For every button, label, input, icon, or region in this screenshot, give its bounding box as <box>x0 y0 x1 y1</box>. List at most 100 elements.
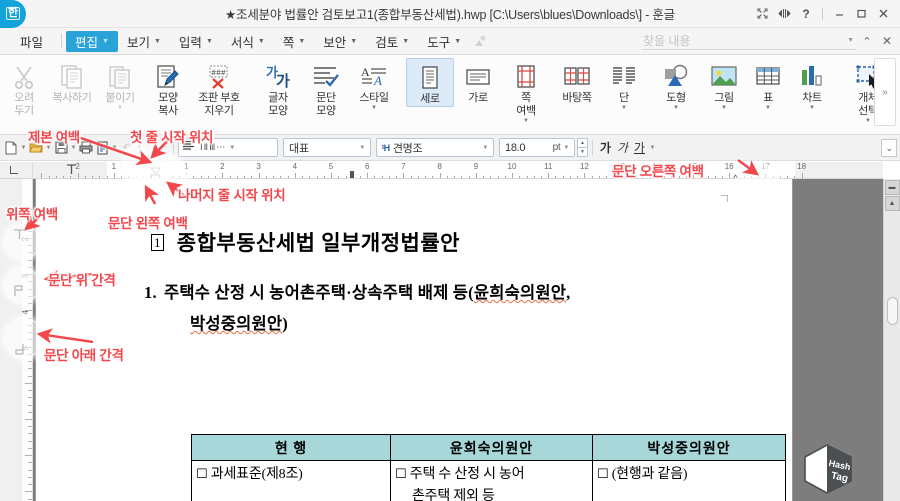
menu-item-security[interactable]: 보안 ▼ <box>314 30 366 52</box>
menu-item-insert[interactable]: 입력 ▼ <box>170 30 222 52</box>
close-icon[interactable] <box>872 3 894 25</box>
table-cell-yun[interactable]: ☐ 주택 수 산정 시 농어 촌주택 제외 등 <box>389 460 593 501</box>
master-page-label: 바탕쪽 <box>562 92 592 104</box>
chevron-down-icon[interactable]: ▼ <box>479 145 491 151</box>
font-size-stepper[interactable]: ▲ ▼ <box>577 138 588 157</box>
binding-margin-marker[interactable] <box>66 163 77 178</box>
scrollbar-thumb[interactable] <box>887 297 898 325</box>
tab-stop-marker[interactable] <box>350 171 354 178</box>
minimize-icon[interactable] <box>828 3 850 25</box>
landscape-button[interactable]: 가로 <box>454 58 502 105</box>
menu-item-edit[interactable]: 편집 ▼ <box>66 30 118 52</box>
search-input[interactable]: 찾을 내용 ▼ <box>641 32 856 50</box>
ribbon-expand-button[interactable]: » <box>874 58 896 126</box>
format-more-button[interactable]: ⌄ <box>881 138 897 157</box>
document-list-item[interactable]: 1. 주택수 산정 시 농어촌주택·상속주택 배제 등(윤희숙의원안, 박성중의… <box>144 277 764 339</box>
menu-item-tools[interactable]: 도구 ▼ <box>418 30 470 52</box>
menu-item-page[interactable]: 쪽 ▼ <box>274 30 314 52</box>
new-document-icon[interactable] <box>3 138 19 158</box>
chevron-down-icon[interactable]: ▼ <box>648 145 657 151</box>
top-margin-marker[interactable] <box>13 227 26 245</box>
format-copy-button[interactable]: 모양 복사 <box>144 58 192 118</box>
menu-item-format[interactable]: 서식 ▼ <box>222 30 274 52</box>
master-page-button[interactable]: 바탕쪽 <box>550 58 604 105</box>
chevron-down-icon[interactable]: ▼ <box>560 145 572 151</box>
close-tab-icon[interactable]: ✕ <box>878 32 896 50</box>
scroll-up-button[interactable]: ▲ <box>884 196 900 211</box>
paste-button[interactable]: 붙이기 ▼ <box>96 58 144 112</box>
table-header-park[interactable]: 박성중의원안 <box>591 434 787 461</box>
spellcheck-underline: 윤희숙의원안 <box>473 283 567 302</box>
chevron-down-icon[interactable]: ▼ <box>621 105 627 112</box>
app-logo-icon[interactable]: 한 <box>0 0 26 28</box>
maximize-icon[interactable] <box>850 3 872 25</box>
preview-icon[interactable] <box>94 138 110 158</box>
menu-item-security-label: 보안 <box>323 35 347 50</box>
stepper-down-icon[interactable]: ▼ <box>577 147 588 157</box>
portrait-button[interactable]: 세로 <box>406 58 454 107</box>
chevron-down-icon[interactable]: ▼ <box>721 105 727 112</box>
collapse-ribbon-icon[interactable]: ⌃ <box>858 32 876 50</box>
underline-button[interactable]: 가 <box>631 139 648 156</box>
chevron-down-icon[interactable]: ▼ <box>765 105 771 112</box>
help-icon[interactable]: ? <box>795 3 817 25</box>
split-icon[interactable] <box>773 3 795 25</box>
char-shape-button[interactable]: 가 가 글자 모양 <box>254 58 302 118</box>
vertical-scrollbar[interactable]: ▬ ▲ <box>883 179 900 501</box>
para-space-after-marker[interactable] <box>13 342 26 360</box>
chevron-down-icon: ▼ <box>205 37 213 45</box>
menu-item-review-label: 검토 <box>375 35 399 50</box>
columns-button[interactable]: 단 ▼ <box>604 58 644 112</box>
menu-item-review[interactable]: 검토 ▼ <box>366 30 418 52</box>
style-combo[interactable]: 대표 ▼ <box>283 138 371 157</box>
table-header-yun[interactable]: 윤희숙의원안 <box>389 434 593 461</box>
picture-button[interactable]: 그림 ▼ <box>700 58 748 112</box>
font-size-value[interactable]: 18.0 <box>502 142 553 154</box>
text-area-corner-mark <box>146 195 153 202</box>
chevron-down-icon[interactable]: ▼ <box>19 145 28 151</box>
page-margin-button[interactable]: 쪽 여백 ▼ <box>502 58 550 125</box>
vertical-ruler[interactable]: 2345 <box>0 179 33 501</box>
chevron-down-icon[interactable]: ▼ <box>809 105 815 112</box>
chevron-down-icon[interactable]: ▼ <box>865 118 871 125</box>
chevron-down-icon[interactable]: ▼ <box>226 145 238 151</box>
chart-button[interactable]: 차트 ▼ <box>788 58 836 112</box>
chevron-down-icon[interactable]: ▼ <box>523 118 529 125</box>
hanging-indent-marker[interactable] <box>150 170 161 178</box>
clear-marks-button[interactable]: ### 조판 부호 지우기 <box>192 58 246 118</box>
stepper-up-icon[interactable]: ▲ <box>577 138 588 147</box>
horizontal-ruler[interactable]: 2 1 1 2 3 4 5 6 7 8 9 10 11 12 13 14 15 16 17 18 <box>0 162 883 179</box>
cut-button[interactable]: 오려 두기 <box>0 58 48 118</box>
chevron-down-icon[interactable]: ▼ <box>356 145 368 151</box>
table-header-current[interactable]: 현 행 <box>191 434 391 461</box>
menu-item-view[interactable]: 보기 ▼ <box>118 30 170 52</box>
para-shape-button[interactable]: 문단 모양 <box>302 58 350 118</box>
ribbon-group-page: 세로 가로 쪽 여백 ▼ 바탕쪽 단 ▼ <box>406 58 644 132</box>
copy-button[interactable]: 복사하기 <box>48 58 96 105</box>
chevron-down-icon[interactable]: ▼ <box>117 105 123 112</box>
table-button[interactable]: 표 ▼ <box>748 58 788 112</box>
comparison-table[interactable]: 현 행 윤희숙의원안 박성중의원안 ☐ 과세표준(제8조) ☐ 주택 수 산정 … <box>191 434 787 501</box>
font-combo[interactable]: ᵗ H 견명조 ▼ <box>376 138 494 157</box>
font-size-combo[interactable]: 18.0 pt ▼ <box>499 138 575 157</box>
tools-extra-icon[interactable] <box>472 32 490 50</box>
print-icon[interactable] <box>78 138 94 158</box>
style-button[interactable]: A A 스타일 ▼ <box>350 58 398 112</box>
chevron-down-icon[interactable]: ▼ <box>673 105 679 112</box>
chevron-down-icon[interactable]: ▼ <box>371 105 377 112</box>
right-indent-marker[interactable] <box>730 170 741 178</box>
chevron-down-icon[interactable]: ▼ <box>110 145 119 151</box>
para-space-before-marker[interactable] <box>13 284 26 302</box>
chevron-down-icon[interactable]: ▼ <box>845 37 854 44</box>
bold-button[interactable]: 가 <box>597 139 614 156</box>
italic-button[interactable]: 가 <box>614 139 631 156</box>
shape-button[interactable]: 도형 ▼ <box>652 58 700 112</box>
table-cell-current[interactable]: ☐ 과세표준(제8조) <box>191 460 391 501</box>
expand-icon[interactable] <box>751 3 773 25</box>
table-cell-park[interactable]: ☐ (현행과 같음) <box>591 460 787 501</box>
horizontal-ruler-track[interactable]: 2 1 1 2 3 4 5 6 7 8 9 10 11 12 13 14 15 16 17 18 <box>33 162 883 178</box>
ruler-corner-button[interactable] <box>0 162 33 178</box>
scroll-collapse-button[interactable]: ▬ <box>884 180 900 195</box>
document-heading[interactable]: 1 종합부동산세법 일부개정법률안 <box>151 227 460 257</box>
menu-item-file[interactable]: 파일 <box>0 30 57 52</box>
